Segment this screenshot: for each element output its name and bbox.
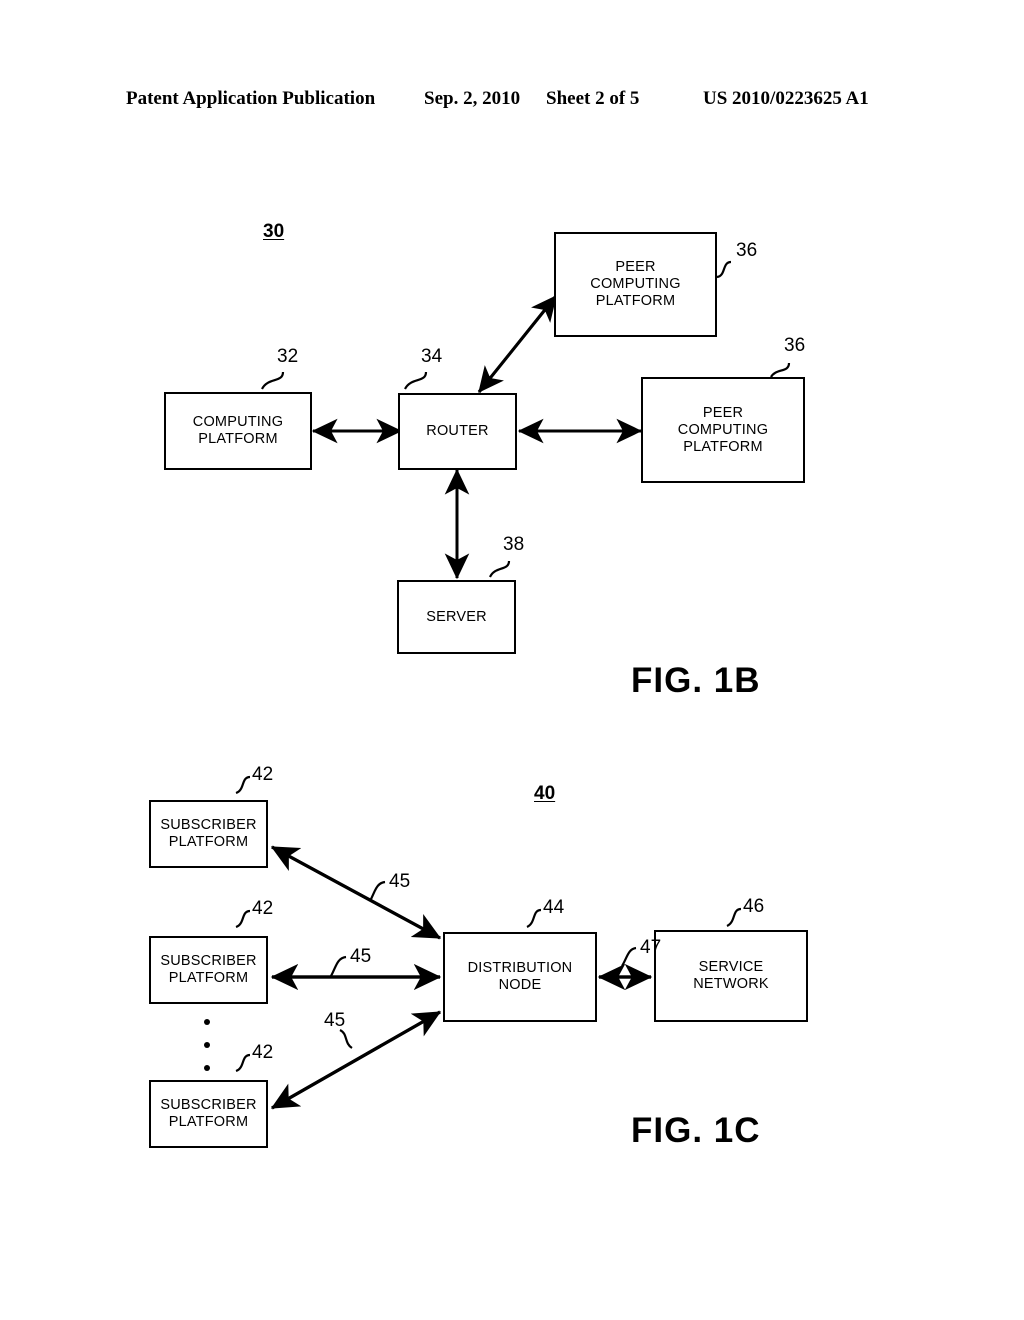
node-distribution-node-label: DISTRIBUTION NODE [467,960,573,993]
ref-38: 38 [503,534,525,555]
header-patent-number: US 2010/0223625 A1 [703,88,869,109]
node-subscriber-platform-3: SUBSCRIBER PLATFORM [149,1080,268,1148]
node-subscriber-platform-2-label: SUBSCRIBER PLATFORM [160,953,257,986]
node-service-network: SERVICE NETWORK [654,930,808,1022]
ref-36-top: 36 [736,240,758,261]
node-router-label: ROUTER [426,423,489,439]
node-server: SERVER [397,580,516,654]
header-publication-title: Patent Application Publication [126,88,376,109]
node-server-label: SERVER [426,608,487,625]
vertical-ellipsis-icon [203,1019,211,1071]
node-router: ROUTER [398,393,517,470]
figure-1b-caption: FIG. 1B [631,661,761,700]
ref-47-link: 47 [640,937,662,958]
ref-32: 32 [277,346,299,367]
node-subscriber-platform-3-label: SUBSCRIBER PLATFORM [160,1097,257,1130]
patent-drawing-page: Patent Application Publication Sep. 2, 2… [0,0,1024,1320]
header-sheet-number: Sheet 2 of 5 [546,88,640,109]
node-distribution-node: DISTRIBUTION NODE [443,932,597,1022]
node-subscriber-platform-1: SUBSCRIBER PLATFORM [149,800,268,868]
node-peer-computing-platform-top: PEER COMPUTING PLATFORM [554,232,717,337]
ref-42-1: 42 [252,764,274,785]
node-computing-platform: COMPUTING PLATFORM [164,392,312,470]
page-header: Patent Application Publication Sep. 2, 2… [0,86,1024,116]
node-peer-computing-platform-right-label: PEER COMPUTING PLATFORM [677,404,769,455]
node-service-network-label: SERVICE NETWORK [693,959,769,992]
ref-45-link-3: 45 [324,1010,346,1031]
ref-45-link-2: 45 [350,946,372,967]
node-subscriber-platform-2: SUBSCRIBER PLATFORM [149,936,268,1004]
ref-46: 46 [743,896,765,917]
ref-42-2: 42 [252,898,274,919]
node-peer-computing-platform-top-label: PEER COMPUTING PLATFORM [590,259,681,309]
ref-36-right: 36 [784,335,806,356]
ref-42-3: 42 [252,1042,274,1063]
figure-1c-system-ref: 40 [534,783,556,804]
ref-34: 34 [421,346,443,367]
ref-44: 44 [543,897,565,918]
figure-1b-system-ref: 30 [263,221,285,242]
node-computing-platform-label: COMPUTING PLATFORM [192,414,284,447]
header-publication-date: Sep. 2, 2010 [424,88,521,109]
node-subscriber-platform-1-label: SUBSCRIBER PLATFORM [160,817,257,850]
node-peer-computing-platform-right: PEER COMPUTING PLATFORM [641,377,805,483]
figure-1c-caption: FIG. 1C [631,1111,761,1150]
ref-45-link-1: 45 [389,871,411,892]
